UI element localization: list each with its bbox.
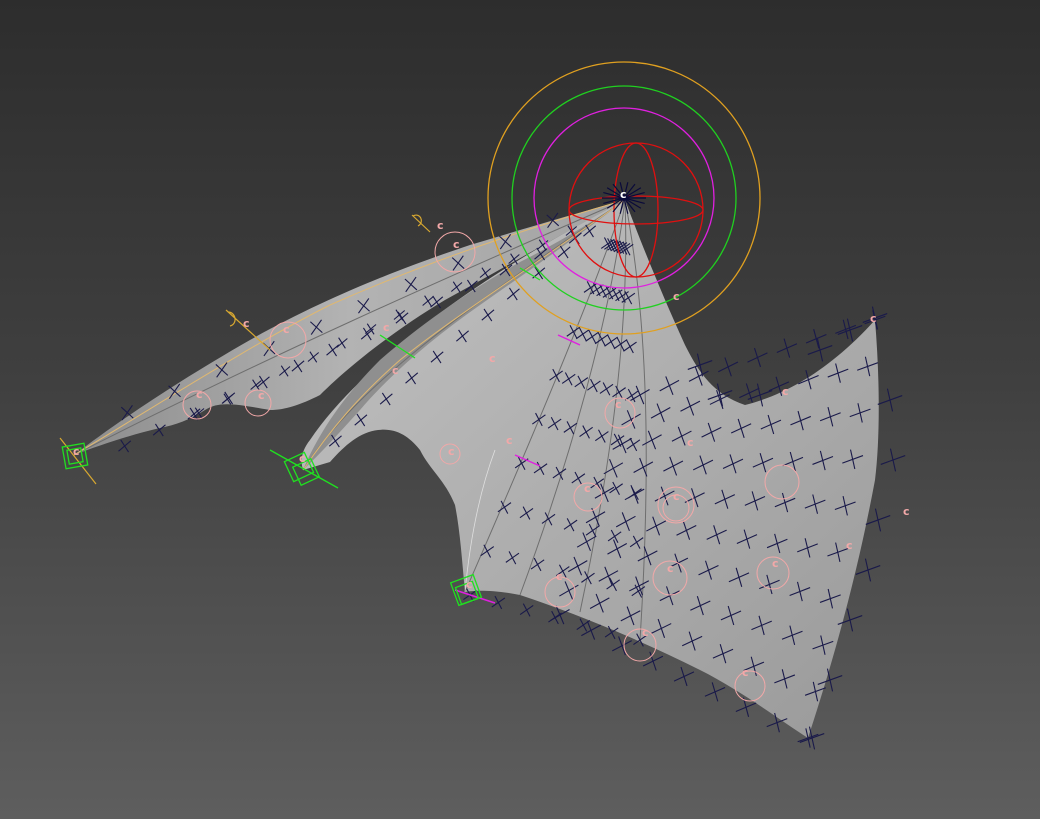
constraint-label-c: c (620, 188, 627, 201)
wing-membrane-mesh[interactable] (73, 199, 879, 738)
constraint-label-c: c (489, 352, 496, 365)
constraint-label-c: c (283, 323, 290, 336)
3d-viewport[interactable]: c c c c c c c c c c c c c c c c c c c c c c c c c c c c c (0, 0, 1040, 819)
constraint-label-c: c (383, 321, 390, 334)
constraint-label-c: c (299, 452, 306, 465)
constraint-label-c: c (506, 434, 513, 447)
constraint-label-c: c (448, 445, 455, 458)
vertex-cross-marker (611, 636, 633, 656)
constraint-label-c: c (673, 290, 680, 303)
vertex-cross-marker (776, 338, 798, 358)
constraint-label-c: c (903, 505, 910, 518)
vertex-cross-marker (704, 682, 726, 702)
constraint-label-c: c (642, 626, 649, 639)
constraint-label-c: c (846, 539, 853, 552)
constraint-label-c: c (772, 557, 779, 570)
constraint-label-c: c (466, 578, 473, 591)
constraint-label-c: c (673, 490, 680, 503)
constraint-label-c: c (196, 388, 203, 401)
vertex-cross-marker (747, 347, 768, 368)
constraint-label-c: c (667, 562, 674, 575)
vertex-cross-marker (739, 383, 760, 403)
vertex-cross-marker (877, 388, 903, 412)
vertex-cross-marker (519, 603, 534, 617)
vertex-cross-marker (718, 357, 739, 377)
constraint-label-c: c (392, 364, 399, 377)
vertex-cross-marker (855, 558, 881, 582)
constraint-label-c: c (556, 570, 563, 583)
constraint-label-c: c (687, 436, 694, 449)
pin-handle (411, 214, 431, 233)
constraint-label-c: c (243, 317, 250, 330)
constraint-label-c: c (870, 312, 877, 325)
vertex-cross-marker (865, 508, 891, 532)
constraint-label-c: c (437, 219, 444, 232)
constraint-label-c: c (73, 445, 80, 458)
vertex-cross-marker (880, 448, 906, 472)
vertex-cross-marker (673, 666, 695, 687)
vertex-cross-marker (805, 329, 827, 349)
constraint-label-c: c (453, 238, 460, 251)
vertex-cross-marker (118, 439, 132, 453)
vertex-cross-marker (576, 618, 591, 632)
constraint-label-c: c (742, 666, 749, 679)
vertex-cross-marker (807, 338, 833, 362)
constraint-label-c: c (258, 389, 265, 402)
viewport-scene[interactable]: c c c c c c c c c c c c c c c c c c c c c c c c c c c c c (0, 0, 1040, 819)
constraint-label-c: c (782, 385, 789, 398)
constraint-label-c: c (584, 482, 591, 495)
constraint-label-c: c (615, 398, 622, 411)
